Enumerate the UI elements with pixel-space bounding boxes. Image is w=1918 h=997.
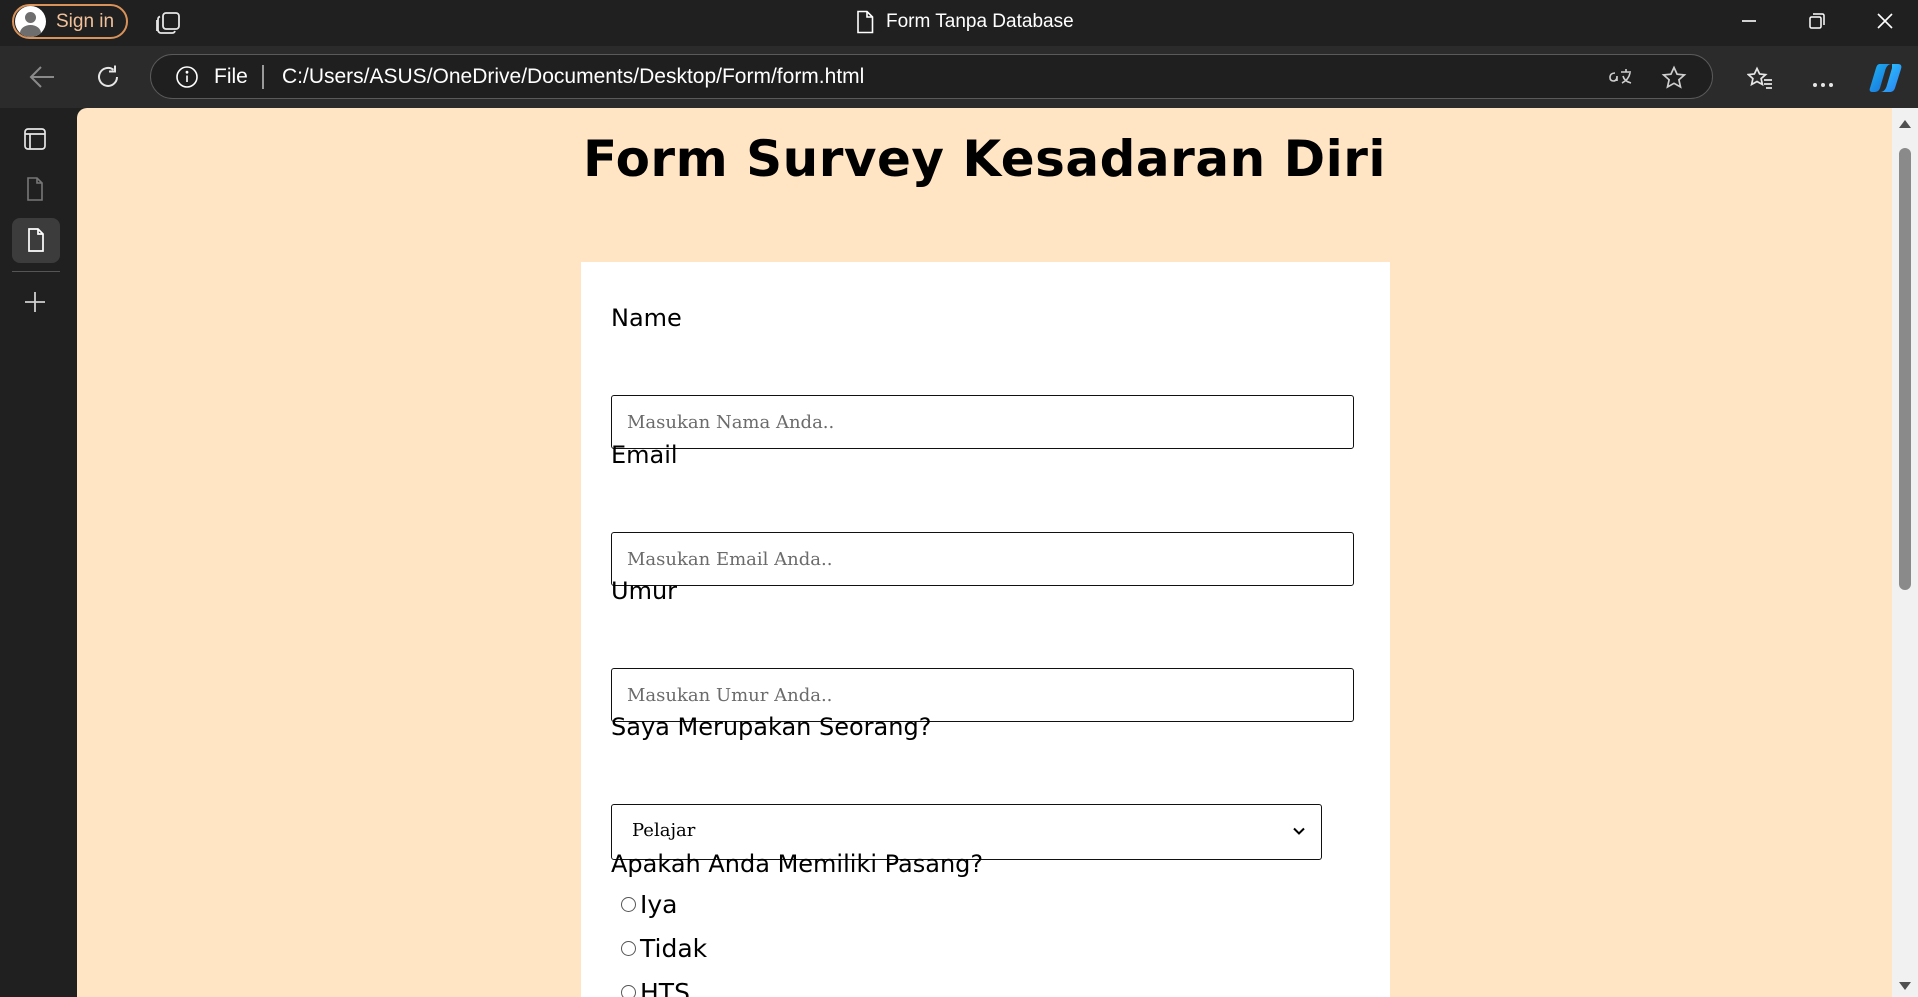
copilot-icon[interactable] [1868,62,1904,98]
radio-label: Tidak [640,934,708,963]
page-title: Form Survey Kesadaran Diri [582,130,1387,188]
sidebar-panel-icon[interactable] [19,123,51,159]
read-aloud-translate-icon[interactable] [1606,65,1634,93]
favorite-star-icon[interactable] [1661,65,1687,95]
radio-circle-icon[interactable] [621,941,636,956]
profile-avatar-icon [15,6,46,37]
radio-label: Iya [640,890,678,919]
url-text[interactable]: C:/Users/ASUS/OneDrive/Documents/Desktop… [282,65,864,89]
email-input[interactable] [611,532,1354,586]
radio-circle-icon[interactable] [621,897,636,912]
scroll-down-arrow-icon[interactable] [1897,980,1913,992]
name-label: Name [611,304,682,332]
sidebar-tab-page-icon[interactable] [19,173,51,209]
minimize-icon[interactable] [1740,12,1758,34]
name-input[interactable] [611,395,1354,449]
chevron-down-icon [1293,827,1305,835]
title-bar: Sign in Form Tanpa Database [0,0,1918,46]
radio-label: HTS [640,978,690,997]
sign-in-button[interactable]: Sign in [12,4,128,39]
page-content: Form Survey Kesadaran Diri Name Email Um… [77,108,1892,997]
sidebar-divider [12,271,60,272]
age-label: Umur [611,577,678,605]
sign-in-label: Sign in [56,10,115,32]
active-page-icon [28,228,44,252]
page-scrollbar[interactable] [1892,108,1918,997]
active-tab[interactable]: Form Tanpa Database [856,10,1074,34]
back-arrow-icon[interactable] [28,64,56,94]
more-options-icon[interactable] [1811,74,1835,93]
sidebar-tab-active[interactable] [12,218,60,263]
page-icon [857,10,874,34]
scrollbar-thumb[interactable] [1899,148,1911,590]
scroll-up-arrow-icon[interactable] [1897,118,1913,130]
radio-option-hts[interactable]: HTS [621,978,690,997]
tab-title: Form Tanpa Database [886,11,1074,32]
email-label: Email [611,441,678,469]
restore-icon[interactable] [1808,12,1826,34]
vertical-tabs-sidebar [0,108,77,997]
address-divider [262,65,264,89]
refresh-icon[interactable] [95,64,121,94]
favorites-icon[interactable] [1746,66,1773,94]
radio-circle-icon[interactable] [621,985,636,997]
radio-option-iya[interactable]: Iya [621,890,678,919]
role-selected-value: Pelajar [632,820,696,841]
browser-toolbar: File C:/Users/ASUS/OneDrive/Documents/De… [0,46,1918,108]
address-bar[interactable]: File C:/Users/ASUS/OneDrive/Documents/De… [150,54,1713,99]
radio-option-tidak[interactable]: Tidak [621,934,707,963]
tab-actions-icon[interactable] [154,10,182,40]
scheme-label: File [214,65,248,88]
role-label: Saya Merupakan Seorang? [611,713,932,741]
site-info-icon[interactable] [175,65,199,93]
new-tab-plus-icon[interactable] [19,286,51,322]
partner-label: Apakah Anda Memiliki Pasang? [611,850,984,878]
close-icon[interactable] [1876,12,1894,34]
survey-form: Name Email Umur Saya Merupakan Seorang? … [581,262,1390,997]
